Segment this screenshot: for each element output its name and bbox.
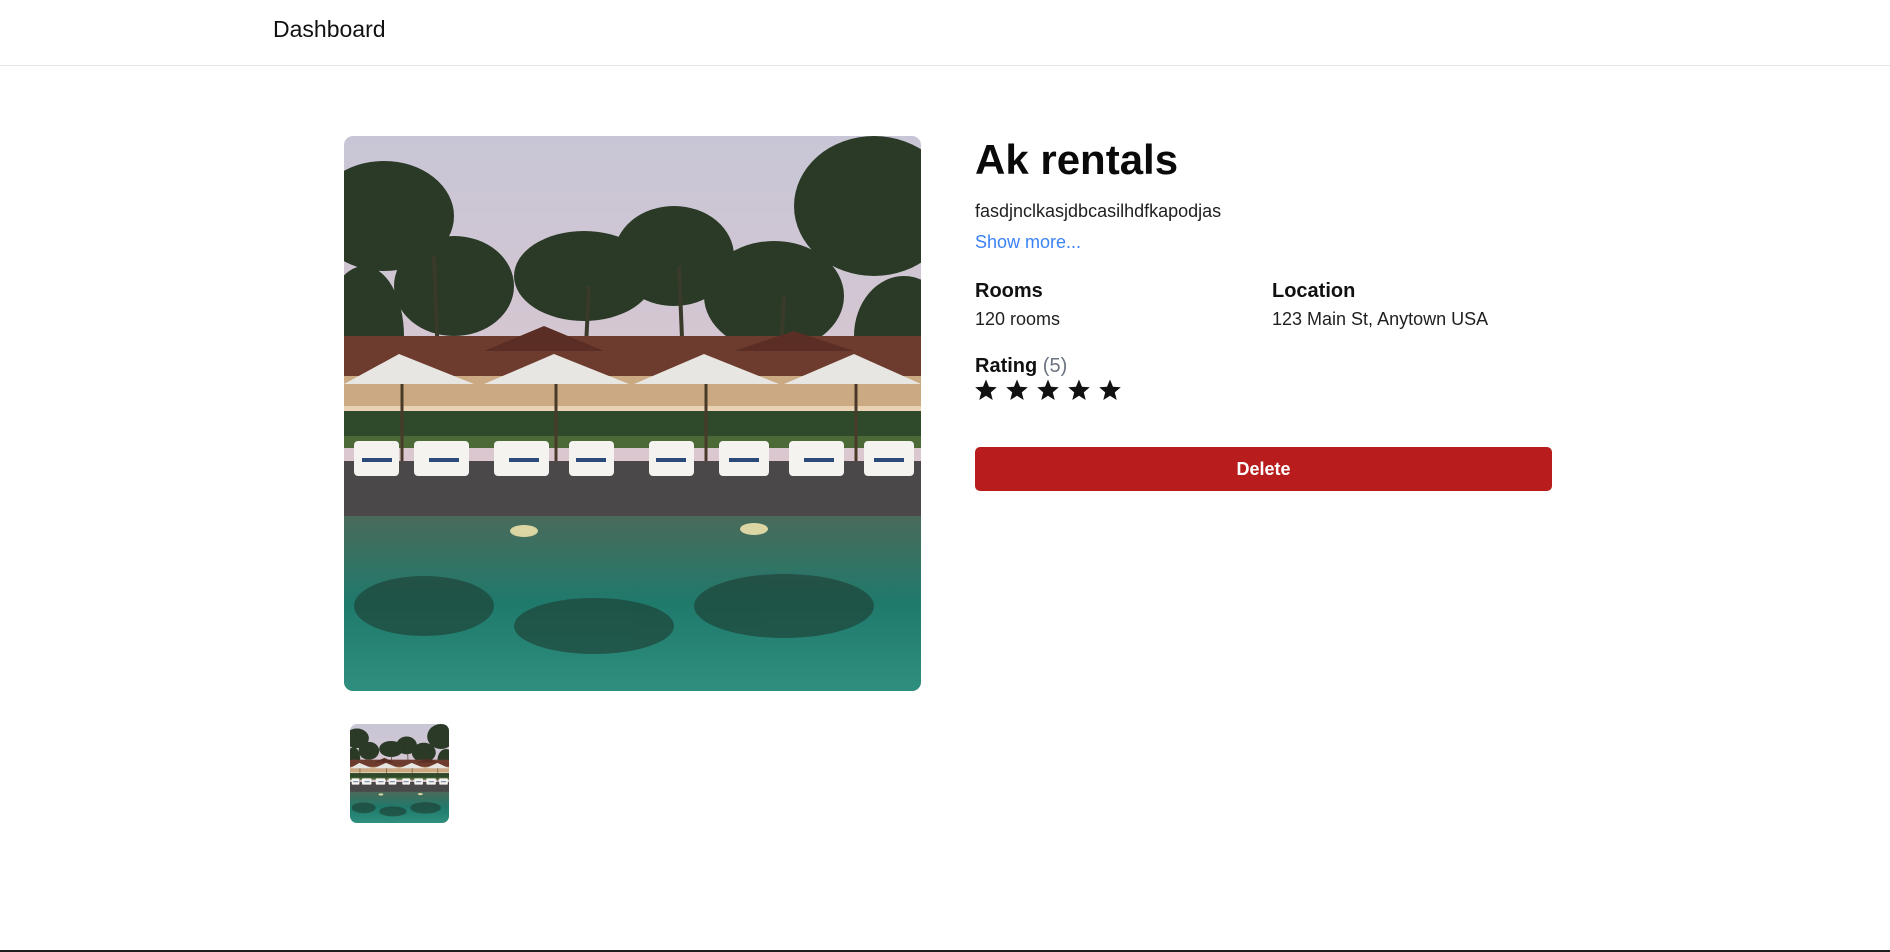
star-icon bbox=[1005, 378, 1029, 402]
rooms-label: Rooms bbox=[975, 280, 1043, 302]
rating-stars bbox=[974, 378, 1122, 404]
star-icon bbox=[1067, 378, 1091, 402]
show-more-link[interactable]: Show more... bbox=[975, 232, 1081, 253]
listing-description: fasdjnclkasjdbcasilhdfkapodjas bbox=[975, 201, 1222, 221]
listing-title: Ak rentals bbox=[975, 136, 1179, 183]
rooms-value: 120 rooms bbox=[975, 309, 1061, 329]
star-icon bbox=[974, 378, 998, 402]
top-navbar: Dashboard bbox=[0, 0, 1890, 66]
rating-heading: Rating (5) bbox=[975, 355, 1067, 378]
dashboard-link[interactable]: Dashboard bbox=[273, 16, 386, 43]
rating-count: (5) bbox=[1042, 355, 1068, 377]
gallery-thumbnail[interactable] bbox=[350, 724, 449, 823]
main-listing-photo bbox=[344, 136, 921, 691]
delete-button[interactable]: Delete bbox=[975, 447, 1552, 491]
star-icon bbox=[1036, 378, 1060, 402]
location-value: 123 Main St, Anytown USA bbox=[1272, 309, 1489, 329]
location-label: Location bbox=[1272, 280, 1356, 302]
rating-label: Rating bbox=[975, 355, 1038, 377]
star-icon bbox=[1098, 378, 1122, 402]
